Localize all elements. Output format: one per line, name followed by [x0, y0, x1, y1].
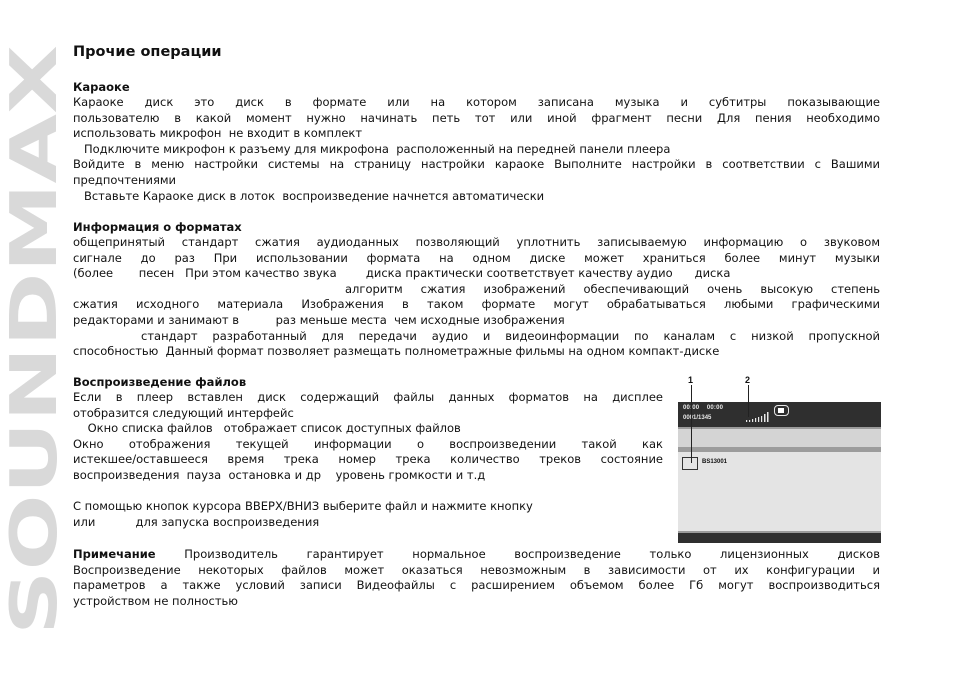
text-line: стандарт разработанный для передачи ауди… [141, 328, 880, 343]
text-line: Окно отображения текущей информации о во… [73, 436, 663, 451]
callout-1: 1 [688, 375, 694, 385]
time-readout: 00:00 00:00 [683, 405, 723, 411]
karaoke-heading: Караоке [73, 80, 130, 94]
total-time: 00:00 [706, 405, 724, 411]
text-line: использовать микрофон не входит в компле… [73, 126, 363, 141]
playback-paragraph: Если в плеер вставлен диск содержащий фа… [73, 390, 663, 530]
track-counter: 0001/1345 [683, 415, 712, 421]
text-line: предпочтениями [73, 172, 177, 187]
soundmax-watermark: SOUNDMAX [0, 40, 72, 640]
info-bar: 00:00 00:00 0001/1345 [678, 402, 881, 427]
text-line: Вставьте Караоке диск в лоток воспроизве… [73, 188, 545, 203]
text-line: воспроизведения пауза остановка и др уро… [73, 467, 486, 482]
text-line: устройством не полностью [73, 593, 238, 608]
text-line: Окно списка файлов отображает список дос… [73, 421, 461, 436]
callout-2-leader [748, 385, 749, 417]
note-label: Примечание [73, 547, 156, 561]
text-line: Подключите микрофон к разъему для микроф… [73, 141, 671, 156]
playback-heading: Воспроизведение файлов [73, 375, 247, 389]
text-line: сжатия исходного материала Изображения в… [73, 297, 880, 312]
karaoke-paragraph: Караоке диск это диск в формате или на к… [73, 95, 880, 204]
callout-1-leader [691, 385, 692, 463]
text-line: алгоритм сжатия изображений обеспечивающ… [345, 281, 880, 296]
volume-level-icon [746, 412, 769, 422]
file-list: BS13001 [678, 452, 881, 531]
file-icon [682, 457, 698, 470]
text-line: Караоке диск это диск в формате или на к… [73, 95, 880, 109]
callout-2: 2 [745, 375, 751, 385]
text-line: С помощью кнопок курсора ВВЕРХ/ВНИЗ выбе… [73, 499, 533, 514]
file-name: BS13001 [702, 459, 728, 465]
formats-heading: Информация о форматах [73, 220, 242, 234]
text-line: сигнале до раз При использовании формата… [73, 250, 880, 265]
text-line: Войдите в меню настройки системы на стра… [73, 157, 880, 172]
text-line: или для запуска воспроизведения [73, 514, 320, 529]
page-title: Прочие операции [73, 44, 222, 60]
text-line: пользователю в какой момент нужно начина… [73, 110, 880, 125]
file-browser-screen-illustration: 1 2 00:00 00:00 0001/1345 BS13001 [678, 373, 881, 543]
bottom-bar [678, 531, 881, 543]
watermark-text: SOUNDMAX [4, 45, 66, 635]
header-band [678, 427, 881, 449]
text-line: Примечание Производитель гарантирует нор… [73, 547, 880, 563]
text-line: способностью Данный формат позволяет раз… [73, 344, 720, 359]
text-line: Воспроизведение некоторых файлов может о… [73, 562, 880, 577]
text-line: параметров а также условий записи Видеоф… [73, 578, 880, 593]
text-line: истекшее/оставшееся время трека номер тр… [73, 452, 663, 467]
stop-icon [774, 405, 789, 416]
soundmax-logo-icon: SOUNDMAX [0, 45, 72, 635]
formats-paragraph: общепринятый стандарт сжатия аудиоданных… [73, 235, 880, 360]
text-line: редакторами и занимают в раз меньше мест… [73, 312, 565, 327]
text-line: Если в плеер вставлен диск содержащий фа… [73, 390, 663, 404]
text-line: отобразится следующий интерфейс [73, 405, 294, 420]
note-text: Производитель гарантирует нормальное вос… [155, 547, 880, 561]
text-line: (более песен При этом качество звука дис… [73, 266, 731, 281]
text-line: общепринятый стандарт сжатия аудиоданных… [73, 235, 880, 249]
note-paragraph: Примечание Производитель гарантирует нор… [73, 547, 880, 609]
